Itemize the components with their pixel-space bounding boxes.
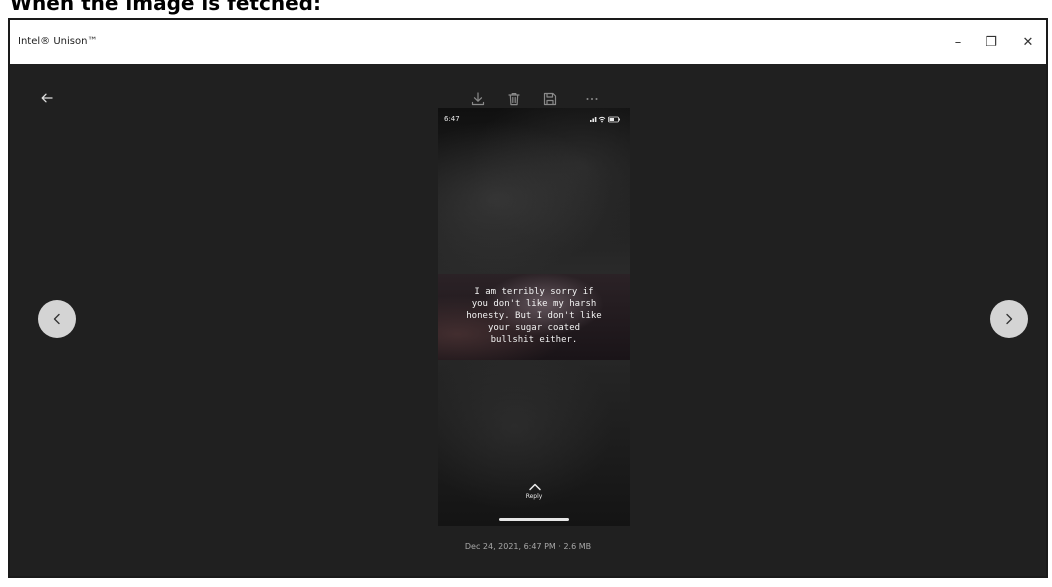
chevron-left-icon xyxy=(53,313,60,325)
home-indicator xyxy=(499,518,569,521)
photo-blurred-top xyxy=(438,108,630,274)
delete-button[interactable] xyxy=(503,88,525,110)
save-icon xyxy=(543,92,557,106)
chevron-right-icon xyxy=(1006,313,1013,325)
restore-button[interactable]: ❐ xyxy=(979,30,1003,54)
phone-status-time: 6:47 xyxy=(444,115,460,123)
story-quote-text: I am terribly sorry if you don't like my … xyxy=(466,287,602,345)
photo-blurred-bottom xyxy=(438,360,630,526)
next-photo-button[interactable] xyxy=(990,300,1028,338)
close-button[interactable]: ✕ xyxy=(1016,30,1040,54)
photo-screenshot: 6:47 I am terribly sorry if you don't li… xyxy=(438,108,630,526)
back-arrow-icon xyxy=(41,93,53,103)
phone-status-icons xyxy=(590,116,620,123)
signal-icon xyxy=(590,117,597,122)
more-icon xyxy=(586,98,598,100)
reply-label: Reply xyxy=(525,493,543,500)
reply-chevron-up-icon xyxy=(529,483,541,491)
download-button[interactable] xyxy=(467,88,489,110)
page-caption: When the image is fetched: xyxy=(10,0,321,15)
unison-window: Intel® Unison™ – ❐ ✕ 6:47 I am terribly … xyxy=(8,18,1048,578)
download-icon xyxy=(471,92,485,106)
app-title: Intel® Unison™ xyxy=(18,36,98,47)
save-button[interactable] xyxy=(539,88,561,110)
title-bar: Intel® Unison™ – ❐ ✕ xyxy=(10,20,1046,64)
more-options-button[interactable] xyxy=(581,88,603,110)
back-button[interactable] xyxy=(36,87,58,109)
battery-icon xyxy=(608,116,620,123)
minimize-button[interactable]: – xyxy=(946,30,970,54)
previous-photo-button[interactable] xyxy=(38,300,76,338)
wifi-icon xyxy=(598,116,606,123)
delete-icon xyxy=(508,93,520,106)
photo-viewer: 6:47 I am terribly sorry if you don't li… xyxy=(10,64,1046,576)
photo-metadata: Dec 24, 2021, 6:47 PM · 2.6 MB xyxy=(464,542,592,551)
